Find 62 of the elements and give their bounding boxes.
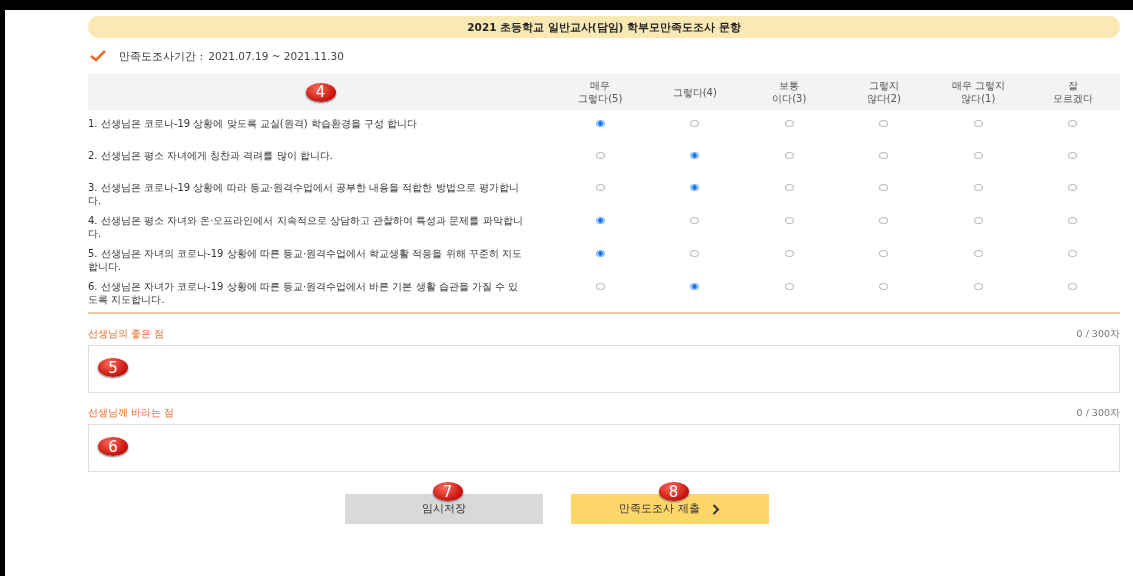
comment-field[interactable] [88, 424, 1120, 472]
question-text: 2. 선생님은 평소 자녀에게 칭찬과 격려를 많이 합니다. [88, 149, 334, 162]
radio-button[interactable] [690, 184, 700, 191]
period-label: 만족도조사기간 : [119, 48, 204, 64]
radio-button[interactable] [595, 120, 605, 127]
callout-badge: 7 [432, 482, 463, 501]
question-text: 5. 선생님은 자녀의 코로나-19 상황에 따른 등교·원격수업에서 학교생활 적응을 위해 꾸준히 지도합니다. [88, 247, 524, 273]
radio-button[interactable] [784, 217, 794, 224]
column-header: 매우 그렇다(5) [577, 79, 624, 105]
radio-button[interactable] [879, 120, 889, 127]
radio-button[interactable] [595, 184, 605, 191]
radio-button[interactable] [1068, 120, 1078, 127]
column-header: 보통 이다(3) [771, 79, 808, 105]
radio-button[interactable] [595, 283, 605, 290]
question-text: 4. 선생님은 평소 자녀와 온·오프라인에서 지속적으로 상담하고 관찰하여 특성과 문제를 파악합니다. [88, 214, 524, 240]
character-counter: 0 / 300자 [1076, 328, 1120, 341]
radio-button[interactable] [1068, 283, 1078, 290]
radio-button[interactable] [690, 152, 700, 159]
radio-button[interactable] [879, 217, 889, 224]
callout-badge: 4 [305, 82, 336, 102]
radio-button[interactable] [1068, 184, 1078, 191]
radio-button[interactable] [973, 152, 983, 159]
radio-button[interactable] [784, 120, 794, 127]
radio-button[interactable] [595, 250, 605, 257]
radio-button[interactable] [784, 184, 794, 191]
radio-button[interactable] [690, 217, 700, 224]
comment-field[interactable] [88, 345, 1120, 393]
radio-button[interactable] [973, 250, 983, 257]
radio-button[interactable] [973, 283, 983, 290]
radio-button[interactable] [1068, 250, 1078, 257]
radio-button[interactable] [784, 283, 794, 290]
period-dates: 2021.07.19 ~ 2021.11.30 [208, 50, 344, 62]
radio-button[interactable] [690, 250, 700, 257]
radio-button[interactable] [879, 152, 889, 159]
checkmark-icon [90, 50, 106, 62]
radio-button[interactable] [879, 250, 889, 257]
callout-badge: 8 [658, 482, 689, 501]
radio-button[interactable] [1068, 152, 1078, 159]
radio-button[interactable] [879, 283, 889, 290]
radio-button[interactable] [1068, 217, 1078, 224]
column-header: 그렇지 않다(2) [865, 79, 902, 105]
comment-label: 선생님께 바라는 점 [88, 407, 175, 420]
radio-button[interactable] [784, 250, 794, 257]
radio-button[interactable] [690, 283, 700, 290]
radio-button[interactable] [784, 152, 794, 159]
radio-button[interactable] [690, 120, 700, 127]
comment-label: 선생님의 좋은 점 [88, 328, 165, 341]
question-text: 3. 선생님은 코로나-19 상황에 따라 등교·원격수업에서 공부한 내용을 적합한 방법으로 평가합니다. [88, 181, 520, 207]
radio-button[interactable] [879, 184, 889, 191]
column-header: 그렇다(4) [671, 85, 718, 99]
radio-button[interactable] [595, 217, 605, 224]
radio-button[interactable] [595, 152, 605, 159]
radio-button[interactable] [973, 184, 983, 191]
question-text: 1. 선생님은 코로나-19 상황에 맞도록 교실(원격) 학습환경을 구성 합니다 [88, 117, 419, 130]
column-header: 매우 그렇지 않다(1) [950, 79, 1006, 105]
survey-title: 2021 초등학교 일반교사(담임) 학부모만족도조사 문항 [88, 16, 1120, 38]
radio-button[interactable] [973, 120, 983, 127]
column-header: 잘 모르겠다 [1051, 79, 1094, 105]
chevron-right-icon [711, 503, 720, 515]
radio-button[interactable] [973, 217, 983, 224]
character-counter: 0 / 300자 [1076, 407, 1120, 420]
question-text: 6. 선생님은 자녀가 코로나-19 상황에 따른 등교·원격수업에서 바른 기본 생활 습관을 가질 수 있도록 지도합니다. [88, 280, 520, 306]
